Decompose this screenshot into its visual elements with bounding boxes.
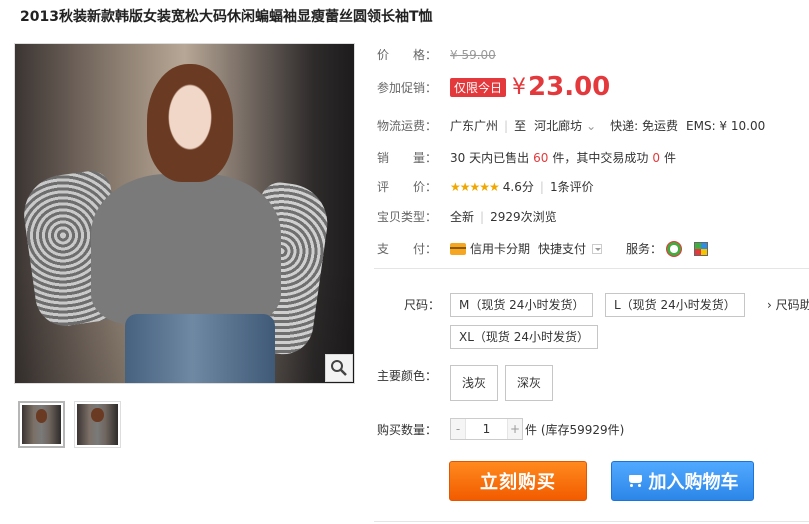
promo-tag: 仅限今日 [450,77,507,97]
shopping-cart-icon [627,473,645,489]
color-label: 主要颜色： [377,369,438,383]
size-option-l[interactable]: L（现货 24小时发货） [605,293,745,317]
sales-row: 销 量： 30 天内已售出 60 件，其中交易成功 0 件 [377,149,676,166]
express-fee: 快递: 免运费 [610,119,679,133]
currency-symbol: ¥ [512,74,527,100]
add-to-cart-label: 加入购物车 [648,472,739,493]
rating-score: 4.6分 [502,180,534,194]
payment-dropdown-icon[interactable] [592,243,603,254]
seven-day-return-icon[interactable] [666,240,683,257]
section-divider [374,268,809,269]
sales-prefix: 30 天内已售出 [450,151,530,165]
shipping-row: 物流运费： 广东广州 | 至 河北廊坊 ⌄ 快递: 免运费 EMS: ¥ 10.… [377,117,766,134]
size-option-m[interactable]: M（现货 24小时发货） [450,293,594,317]
item-type-label: 宝贝类型： [377,210,438,224]
rating-row: 评 价： ★★★★★ 4.6分 | 1条评价 [377,178,594,195]
service-label: 服务： [626,242,663,256]
view-count: 2929次浏览 [490,210,557,224]
quantity-label: 购买数量： [377,423,438,437]
credit-card-icon [450,242,466,255]
ship-to-prefix: 至 [514,119,527,133]
promo-row: 参加促销： 仅限今日 ¥ 23.00 [377,72,610,102]
sales-count: 60 [533,150,549,165]
promo-price: 23.00 [528,72,611,102]
quantity-stepper: - + [450,418,523,440]
promo-label: 参加促销： [377,80,438,95]
ship-to-city: 河北廊坊 [534,119,583,133]
product-photo [15,44,354,383]
stock-info: 件 (库存59929件) [525,423,625,437]
buy-now-label: 立刻购买 [480,472,556,493]
sales-mid: 件，其中交易成功 [552,151,649,165]
color-option-light-gray[interactable]: 浅灰 [450,365,499,401]
product-title: 2013秋装新款韩版女装宽松大码休闲蝙蝠袖显瘦蕾丝圆领长袖T恤 [20,9,433,25]
rating-label: 评 价： [377,180,438,194]
star-rating-icon: ★★★★★ [450,179,500,194]
quantity-decrease-button[interactable]: - [451,419,465,439]
payment-row: 支 付： 信用卡分期 快捷支付 服务： [377,240,709,257]
sales-suffix: 件 [664,151,677,165]
color-option-dark-gray[interactable]: 深灰 [505,365,554,401]
quantity-increase-button[interactable]: + [508,419,522,439]
credit-installment: 信用卡分期 [470,242,531,256]
add-to-cart-button[interactable]: 加入购物车 [611,461,754,501]
bottom-divider [374,521,809,522]
magnifier-icon [331,360,347,376]
main-product-image[interactable] [14,43,355,384]
price-label: 价 格： [377,48,438,62]
quantity-input[interactable] [465,419,508,439]
buy-now-button[interactable]: 立刻购买 [449,461,587,501]
quick-pay: 快捷支付 [538,242,587,256]
dropdown-arrow-icon: ⌄ [586,118,597,133]
ship-to-selector[interactable]: 河北廊坊 ⌄ [534,117,596,134]
sales-label: 销 量： [377,151,438,165]
ship-from: 广东广州 [450,119,499,133]
original-price: ¥ 59.00 [450,47,496,62]
shipping-label: 物流运费： [377,119,438,133]
ems-fee: EMS: ¥ 10.00 [686,118,766,133]
zoom-button[interactable] [325,354,353,382]
price-row: 价 格： ¥ 59.00 [377,46,496,63]
thumbnail-2[interactable] [74,401,121,448]
item-type-row: 宝贝类型： 全新 | 2929次浏览 [377,209,557,225]
sales-success: 0 [652,150,661,165]
size-label: 尺码： [404,298,441,312]
size-option-xl[interactable]: XL（现货 24小时发货） [450,325,598,349]
payment-label: 支 付： [377,242,438,256]
thumbnail-1[interactable] [18,401,65,448]
review-count-link[interactable]: 1条评价 [550,178,594,195]
item-condition: 全新 [450,210,475,224]
size-chart-link[interactable]: › 尺码助 [767,296,809,313]
thumbnail-strip [18,401,121,448]
guarantee-icon[interactable] [694,241,709,256]
